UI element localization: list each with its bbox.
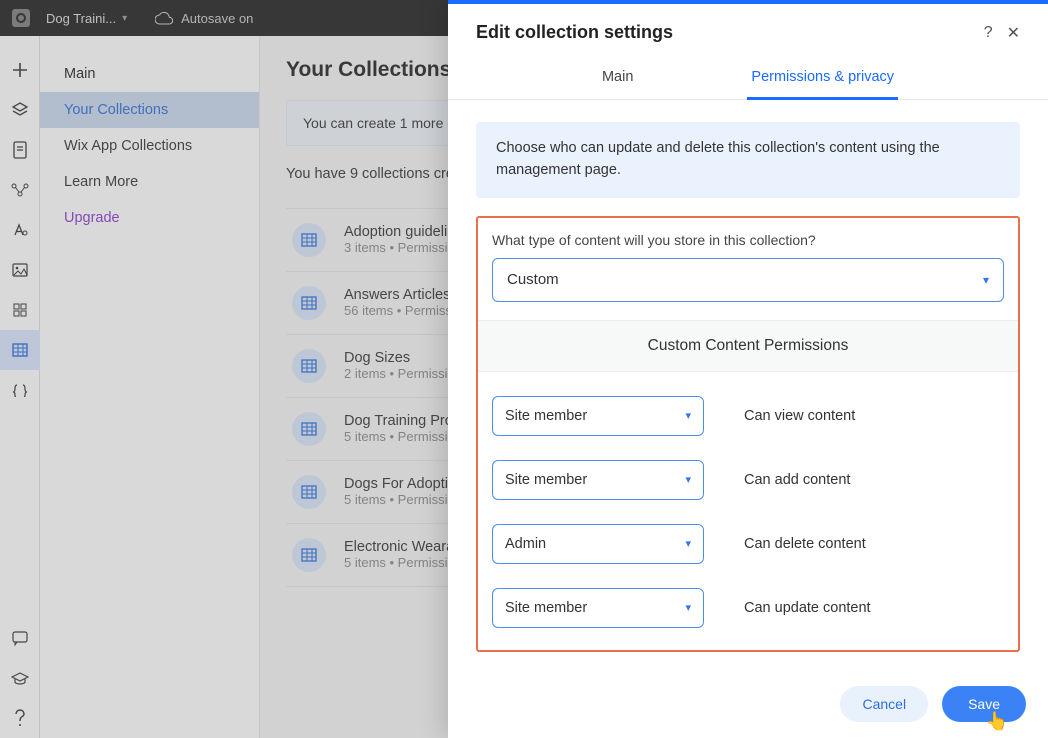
chevron-down-icon: ▾ — [685, 537, 691, 550]
perm-update-select[interactable]: Site member ▾ — [492, 588, 704, 628]
perm-delete-value: Admin — [505, 536, 546, 552]
panel-title: Edit collection settings — [476, 22, 970, 43]
chevron-down-icon: ▾ — [685, 601, 691, 614]
perm-view-select[interactable]: Site member ▾ — [492, 396, 704, 436]
content-type-value: Custom — [507, 271, 559, 288]
panel-tabs: Main Permissions & privacy — [448, 47, 1048, 100]
content-type-select[interactable]: Custom ▾ — [492, 258, 1004, 302]
perm-delete-select[interactable]: Admin ▾ — [492, 524, 704, 564]
tab-permissions[interactable]: Permissions & privacy — [747, 59, 898, 100]
perm-add-value: Site member — [505, 472, 587, 488]
perm-add-select[interactable]: Site member ▾ — [492, 460, 704, 500]
chevron-down-icon: ▾ — [685, 409, 691, 422]
perm-view-value: Site member — [505, 408, 587, 424]
close-icon[interactable]: ✕ — [1007, 23, 1020, 43]
edit-collection-panel: Edit collection settings ? ✕ Main Permis… — [448, 0, 1048, 738]
chevron-down-icon: ▾ — [983, 273, 989, 287]
highlighted-region: What type of content will you store in t… — [476, 216, 1020, 652]
content-type-label: What type of content will you store in t… — [492, 232, 1004, 248]
perm-update-value: Site member — [505, 600, 587, 616]
help-icon[interactable]: ? — [984, 24, 993, 42]
perm-update-label: Can update content — [744, 600, 871, 616]
cancel-button[interactable]: Cancel — [840, 686, 928, 722]
perm-add-label: Can add content — [744, 472, 850, 488]
perm-view-label: Can view content — [744, 408, 855, 424]
custom-permissions-heading: Custom Content Permissions — [478, 320, 1018, 372]
save-button[interactable]: Save — [942, 686, 1026, 722]
tab-main[interactable]: Main — [598, 59, 637, 99]
chevron-down-icon: ▾ — [685, 473, 691, 486]
perm-delete-label: Can delete content — [744, 536, 866, 552]
permissions-info: Choose who can update and delete this co… — [476, 122, 1020, 198]
